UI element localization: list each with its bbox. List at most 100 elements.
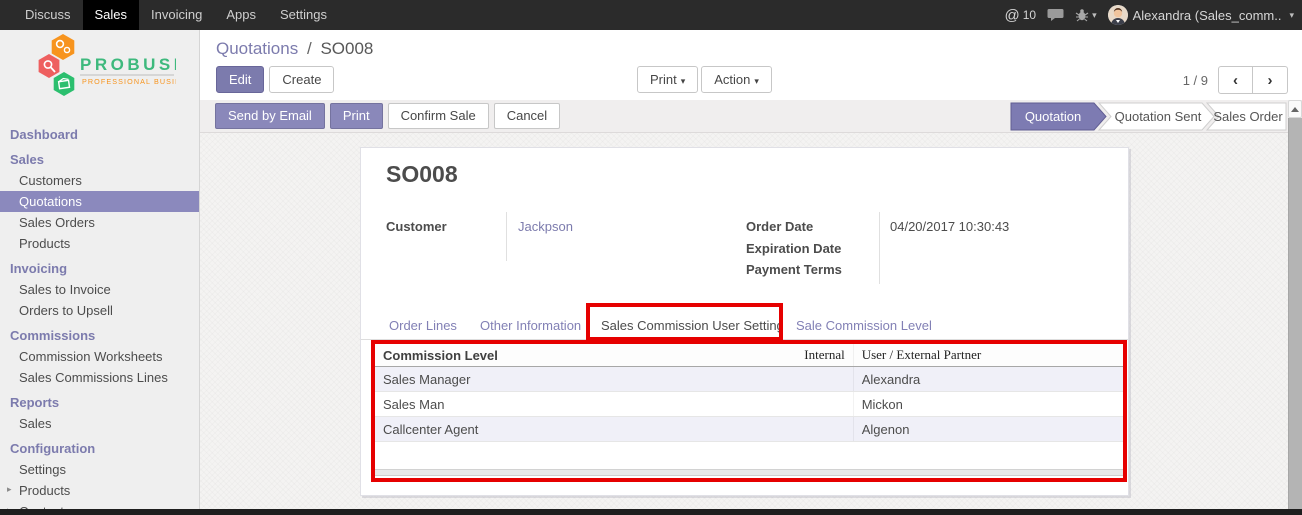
tab-order-lines[interactable]: Order Lines (389, 318, 457, 333)
status-label-sales-order: Sales Order (1213, 109, 1283, 124)
debug-caret-icon: ▾ (1092, 9, 1097, 20)
logo-subtitle: PROFESSIONAL BUSINESS (82, 77, 176, 86)
customer-label: Customer (386, 219, 447, 234)
sidebar-item-sales-commissions-lines[interactable]: Sales Commissions Lines (0, 367, 199, 388)
print-button[interactable]: Print (329, 103, 383, 129)
menu-settings[interactable]: Settings (268, 0, 339, 30)
pager-value: 1 / 9 (1182, 72, 1208, 88)
menu-discuss[interactable]: Discuss (13, 0, 83, 30)
vertical-scrollbar[interactable] (1288, 100, 1302, 509)
form-status-row: Send by Email Print Confirm Sale Cancel … (200, 100, 1288, 133)
pager-previous-button[interactable]: ‹ (1218, 66, 1253, 94)
print-dropdown-label: Print (650, 72, 677, 87)
table-header-row: Commission Level Internal User / Externa… (375, 344, 1123, 367)
action-dropdown-label: Action (714, 72, 751, 87)
quotation-form-card: SO008 Customer Jackpson Order Date Expir… (360, 147, 1129, 496)
company-logo: PROBUSE PROFESSIONAL BUSINESS (0, 30, 199, 116)
cell-user: Algenon (861, 421, 910, 437)
user-name: Alexandra (Sales_comm.. (1132, 7, 1282, 23)
sidebar-item-label: Products (19, 483, 71, 498)
action-dropdown-button[interactable]: Action ▾ (701, 66, 772, 93)
tab-sales-commission-user-setting[interactable]: Sales Commission User Setting (601, 318, 784, 333)
cell-user: Mickon (861, 396, 903, 412)
create-button[interactable]: Create (269, 66, 335, 93)
expiration-date-label: Expiration Date (746, 241, 842, 256)
control-panel: Quotations / SO008 Edit Create Print ▾ Ac… (200, 30, 1302, 100)
sidebar-section-invoicing[interactable]: Invoicing (0, 257, 199, 279)
menu-invoicing[interactable]: Invoicing (139, 0, 214, 30)
mentions-counter[interactable]: @ 10 (1005, 7, 1037, 24)
systray: @ 10 ▾ Alexandra (Sales_comm.. ▾ (1005, 0, 1294, 30)
customer-value-link[interactable]: Jackpson (518, 219, 573, 234)
sidebar-section-commissions[interactable]: Commissions (0, 324, 199, 346)
table-row[interactable]: Sales Manager Alexandra (375, 367, 1123, 392)
print-dropdown-button[interactable]: Print ▾ (637, 66, 699, 93)
col-commission-level-header[interactable]: Commission Level (383, 348, 498, 363)
scrollbar-thumb[interactable] (1288, 118, 1302, 509)
logo-hex-green (53, 72, 75, 96)
breadcrumb: Quotations / SO008 (216, 39, 373, 59)
menu-apps[interactable]: Apps (214, 0, 268, 30)
order-date-value: 04/20/2017 10:30:43 (890, 219, 1010, 234)
field-separator (506, 212, 507, 261)
confirm-sale-button[interactable]: Confirm Sale (387, 103, 489, 129)
menu-sales[interactable]: Sales (82, 0, 140, 30)
sidebar-item-reports-sales[interactable]: Sales (0, 413, 199, 434)
breadcrumb-quotations[interactable]: Quotations (216, 39, 298, 58)
sidebar-item-config-products[interactable]: ▸ Products (0, 480, 199, 501)
sidebar-item-settings[interactable]: Settings (0, 459, 199, 480)
sidebar-item-products[interactable]: Products (0, 233, 199, 254)
breadcrumb-current: SO008 (320, 39, 374, 58)
payment-terms-label: Payment Terms (746, 262, 842, 277)
scrollbar-up-button[interactable] (1288, 100, 1302, 118)
debug-bug-icon[interactable]: ▾ (1075, 8, 1097, 22)
sidebar-item-sales-to-invoice[interactable]: Sales to Invoice (0, 279, 199, 300)
table-empty-row (375, 442, 1123, 466)
edit-button[interactable]: Edit (216, 66, 265, 93)
sidebar-item-customers[interactable]: Customers (0, 170, 199, 191)
sidebar-item-commission-worksheets[interactable]: Commission Worksheets (0, 346, 199, 367)
sidebar-item-orders-to-upsell[interactable]: Orders to Upsell (0, 300, 199, 321)
user-menu[interactable]: Alexandra (Sales_comm.. ▾ (1107, 5, 1294, 25)
cancel-button[interactable]: Cancel (493, 103, 561, 129)
caret-down-icon: ▾ (754, 76, 759, 86)
sidebar: PROBUSE PROFESSIONAL BUSINESS Dashboard … (0, 30, 200, 515)
expand-arrow-icon[interactable]: ▸ (7, 484, 12, 495)
col-user-partner-header[interactable]: User / External Partner (862, 347, 981, 363)
pager: 1 / 9 ‹ › (1183, 66, 1288, 94)
field-separator (879, 212, 880, 284)
sidebar-section-sales[interactable]: Sales (0, 148, 199, 170)
chat-icon[interactable] (1047, 8, 1064, 22)
breadcrumb-separator: / (306, 39, 312, 58)
status-label-quotation-sent: Quotation Sent (1115, 109, 1202, 124)
sidebar-section-configuration[interactable]: Configuration (0, 437, 199, 459)
content-area: SO008 Customer Jackpson Order Date Expir… (200, 133, 1288, 509)
table-row[interactable]: Callcenter Agent Algenon (375, 417, 1123, 442)
page-title: SO008 (386, 161, 458, 187)
tab-other-information[interactable]: Other Information (480, 318, 581, 333)
table-footer-strip (375, 469, 1123, 476)
send-by-email-button[interactable]: Send by Email (215, 103, 325, 129)
status-label-quotation: Quotation (1025, 109, 1081, 124)
logo-title: PROBUSE (80, 55, 176, 74)
caret-down-icon: ▾ (680, 76, 686, 86)
cell-level: Callcenter Agent (383, 421, 479, 437)
triangle-up-icon (1291, 106, 1299, 112)
cell-level: Sales Man (383, 396, 445, 412)
logo-hex-orange (51, 34, 75, 60)
cell-user: Alexandra (861, 371, 921, 387)
col-internal-header: Internal (804, 347, 845, 362)
sidebar-nav: Dashboard Sales Customers Quotations Sal… (0, 116, 199, 515)
table-row[interactable]: Sales Man Mickon (375, 392, 1123, 417)
order-date-label: Order Date (746, 219, 814, 234)
sidebar-item-dashboard[interactable]: Dashboard (0, 123, 199, 145)
mention-count: 10 (1022, 8, 1037, 22)
sidebar-item-quotations[interactable]: Quotations (0, 191, 199, 212)
sidebar-section-reports[interactable]: Reports (0, 391, 199, 413)
user-caret-icon: ▾ (1289, 9, 1294, 20)
sidebar-item-sales-orders[interactable]: Sales Orders (0, 212, 199, 233)
pager-next-button[interactable]: › (1253, 66, 1288, 94)
logo-hex-red (38, 54, 60, 78)
top-menu: Discuss Sales Invoicing Apps Settings (13, 0, 339, 30)
tab-sale-commission-level[interactable]: Sale Commission Level (796, 318, 932, 333)
